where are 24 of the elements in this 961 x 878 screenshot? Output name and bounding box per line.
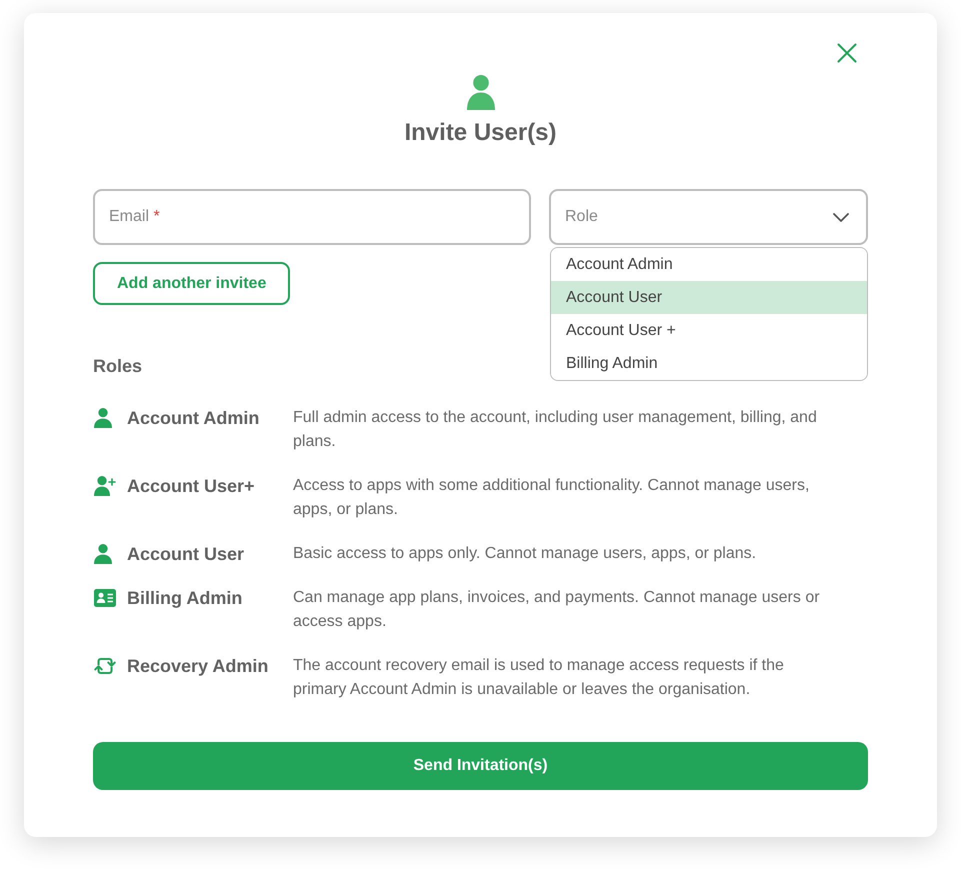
close-icon xyxy=(837,43,857,63)
role-name: Recovery Admin xyxy=(127,655,268,678)
person-plus-icon xyxy=(94,476,116,496)
role-name: Account Admin xyxy=(127,407,260,430)
close-button[interactable] xyxy=(837,43,857,63)
role-description: Can manage app plans, invoices, and payments. Cannot manage users or access apps. xyxy=(293,588,821,632)
roles-heading: Roles xyxy=(93,355,142,378)
dialog-title: Invite User(s) xyxy=(404,118,557,148)
person-icon xyxy=(94,408,112,428)
role-description: Full admin access to the account, including user management, billing, and plans. xyxy=(293,408,818,452)
id-card-icon xyxy=(94,589,116,607)
role-name: Billing Admin xyxy=(127,587,242,610)
role-name: Account User xyxy=(127,543,244,566)
role-description: Basic access to apps only. Cannot manage users, apps, or plans. xyxy=(293,544,758,564)
role-description: The account recovery email is used to manage access requests if the primary Account Admin is unavailable or leaves the organisation. xyxy=(293,656,785,700)
dropdown-option[interactable]: Account User xyxy=(551,281,867,314)
person-icon xyxy=(94,544,112,564)
person-icon xyxy=(466,75,494,110)
email-field[interactable]: Email * xyxy=(93,189,531,245)
email-label: Email * xyxy=(109,207,160,227)
sync-arrows-icon xyxy=(94,655,116,677)
role-description: Access to apps with some additional functionality. Cannot manage users, apps, or plans. xyxy=(293,476,810,520)
chevron-down-icon xyxy=(833,212,849,222)
role-name: Account User+ xyxy=(127,475,255,498)
